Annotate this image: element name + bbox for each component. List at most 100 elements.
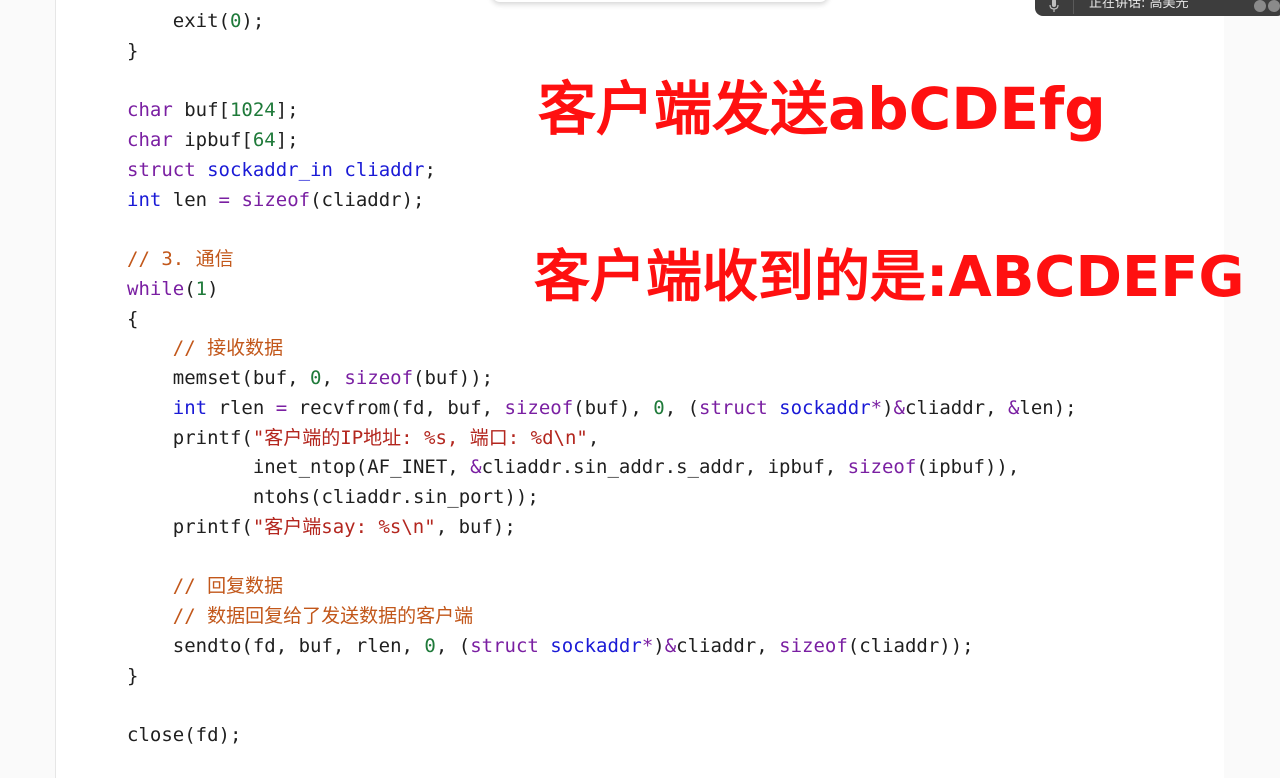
code-token-plain: buf[ bbox=[172, 99, 230, 122]
code-line: int rlen = recvfrom(fd, buf, sizeof(buf)… bbox=[127, 394, 1077, 424]
code-token-plain: cliaddr.sin_addr.s_addr, ipbuf, bbox=[481, 456, 848, 479]
code-token-plain: inet_ntop(AF_INET, bbox=[127, 456, 471, 479]
code-token-number: 1024 bbox=[229, 99, 276, 122]
code-token-plain: , bbox=[587, 426, 600, 449]
annotation-client-receives: 客户端收到的是:ABCDEFG bbox=[534, 245, 1245, 310]
annotation-client-sends: 客户端发送abCDEfg bbox=[538, 75, 1106, 143]
code-token-plain: ) bbox=[882, 396, 894, 419]
voice-chat-bar[interactable]: 正在讲话: 高美光 bbox=[1035, 0, 1280, 16]
code-token-type: sockaddr bbox=[550, 634, 642, 657]
code-token-keyword: sizeof bbox=[847, 456, 917, 479]
code-line: } bbox=[127, 662, 1077, 692]
right-gutter bbox=[1224, 0, 1280, 778]
code-token-comment: // 数据回复给了发送数据的客户端 bbox=[172, 605, 474, 627]
code-token-type: int bbox=[127, 188, 162, 211]
code-line: int len = sizeof(cliaddr); bbox=[127, 186, 1077, 216]
code-token-keyword: while bbox=[127, 277, 185, 300]
code-token-plain: rlen bbox=[207, 396, 276, 419]
code-token-plain: ( bbox=[184, 277, 196, 300]
code-token-keyword: struct bbox=[127, 158, 196, 181]
code-line: memset(buf, 0, sizeof(buf)); bbox=[127, 364, 1077, 394]
code-token-plain: (buf)); bbox=[413, 367, 494, 389]
code-token-keyword: char bbox=[127, 99, 173, 122]
code-line: printf("客户端say: %s\n", buf); bbox=[127, 513, 1077, 543]
code-token-plain: cliaddr, bbox=[676, 634, 780, 657]
code-token-string: "客户端say: %s\n" bbox=[252, 515, 436, 538]
code-token-plain: , bbox=[321, 367, 345, 389]
code-token-number: 1 bbox=[195, 277, 208, 300]
code-token-plain: memset(buf, bbox=[127, 367, 311, 389]
code-line: close(fd); bbox=[127, 721, 1077, 751]
code-token-keyword: = bbox=[218, 188, 230, 211]
code-token-type: int bbox=[172, 396, 208, 419]
code-token-keyword: * bbox=[641, 634, 654, 657]
code-token-plain: ipbuf[ bbox=[172, 129, 253, 151]
code-token-plain: (cliaddr); bbox=[310, 188, 425, 211]
code-line: // 回复数据 bbox=[127, 572, 1077, 602]
code-token-plain: exit( bbox=[127, 10, 230, 32]
code-token-plain: ; bbox=[424, 158, 436, 181]
code-token-plain: (ipbuf)), bbox=[916, 456, 1020, 479]
code-line: // 数据回复给了发送数据的客户端 bbox=[127, 602, 1077, 632]
code-token-plain: (cliaddr)); bbox=[847, 634, 974, 657]
code-token-comment: // 回复数据 bbox=[172, 575, 284, 598]
code-line: inet_ntop(AF_INET, &cliaddr.sin_addr.s_a… bbox=[127, 453, 1077, 483]
code-token-plain: printf( bbox=[127, 515, 253, 538]
code-token-keyword: sizeof bbox=[241, 188, 311, 211]
code-token-comment: // 接收数据 bbox=[172, 337, 284, 360]
code-token-plain: } bbox=[127, 39, 139, 62]
code-line: struct sockaddr_in cliaddr; bbox=[127, 156, 1077, 186]
code-token-keyword: struct bbox=[699, 396, 768, 419]
code-token-plain: ) bbox=[653, 634, 665, 657]
code-token-plain: sendto(fd, buf, rlen, bbox=[127, 634, 425, 657]
code-token-plain: (buf), bbox=[573, 396, 654, 419]
code-token-plain: close(fd); bbox=[127, 724, 242, 746]
speaking-status-text: 正在讲话: 高美光 bbox=[1089, 0, 1189, 11]
code-line: ntohs(cliaddr.sin_port)); bbox=[127, 483, 1077, 513]
code-token-keyword: * bbox=[870, 396, 883, 419]
voice-bar-control[interactable] bbox=[1253, 0, 1280, 12]
code-token-type: sockaddr bbox=[779, 396, 871, 419]
code-token-plain: len); bbox=[1019, 396, 1077, 419]
code-token-number: 0 bbox=[653, 396, 665, 419]
code-line: printf("客户端的IP地址: %s, 端口: %d\n", bbox=[127, 424, 1077, 454]
code-token-plain: ); bbox=[241, 10, 265, 32]
code-line: } bbox=[127, 37, 1077, 67]
code-token-keyword: & bbox=[664, 634, 677, 657]
popup-panel-edge bbox=[492, 0, 828, 2]
code-token-number: 0 bbox=[310, 367, 322, 389]
code-token-keyword: & bbox=[893, 396, 905, 419]
code-token-plain: recvfrom(fd, buf, bbox=[287, 396, 505, 419]
code-line: exit(0); bbox=[127, 7, 1077, 37]
code-token-number: 0 bbox=[229, 10, 242, 32]
code-token-plain: , buf); bbox=[435, 515, 516, 538]
code-token-keyword: & bbox=[1007, 396, 1020, 419]
code-token-plain: ]; bbox=[275, 99, 299, 122]
code-token-plain: , ( bbox=[435, 634, 471, 657]
microphone-icon[interactable] bbox=[1049, 0, 1059, 12]
code-token-plain: { bbox=[127, 307, 139, 330]
code-token-string: "客户端的IP地址: %s, 端口: %d\n" bbox=[252, 426, 588, 449]
code-token-plain: } bbox=[127, 664, 139, 687]
code-token-plain: , ( bbox=[664, 396, 700, 419]
code-token-plain: ]; bbox=[275, 129, 299, 151]
code-token-number: 64 bbox=[252, 129, 276, 151]
code-token-keyword: char bbox=[127, 129, 173, 151]
code-token-keyword: = bbox=[275, 396, 288, 419]
code-line: sendto(fd, buf, rlen, 0, (struct sockadd… bbox=[127, 632, 1077, 662]
code-token-type: cliaddr bbox=[344, 158, 425, 181]
code-token-plain: printf( bbox=[127, 426, 253, 449]
code-line: // 接收数据 bbox=[127, 334, 1077, 364]
code-token-keyword: struct bbox=[470, 634, 539, 657]
